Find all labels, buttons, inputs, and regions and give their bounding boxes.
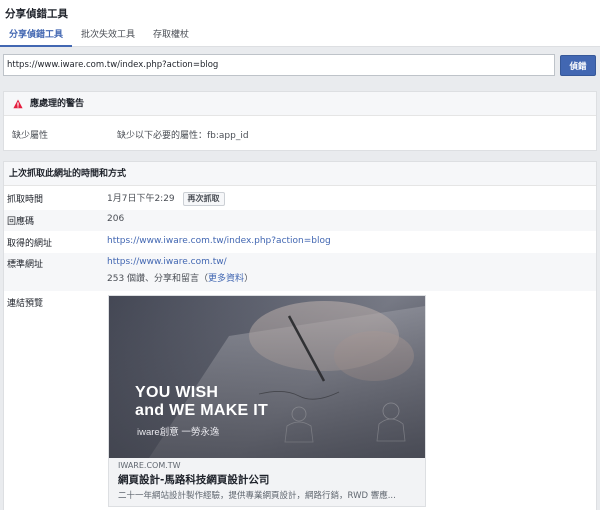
row-canonical-url: 標準網址 https://www.iware.com.tw/ 253 個讚、分享… <box>4 253 596 292</box>
url-input[interactable] <box>3 54 555 76</box>
preview-image-headline-1: YOU WISH <box>135 384 219 401</box>
fetch-time-value: 1月7日下午2:29 <box>107 194 175 204</box>
link-preview-card[interactable]: YOU WISH and WE MAKE IT iware創意 一勞永逸 IWA… <box>108 295 426 507</box>
last-scrape-title: 上次抓取此網址的時間和方式 <box>9 168 127 179</box>
preview-meta: IWARE.COM.TW 網頁設計-馬路科技網頁設計公司 二十一年網站設計製作經… <box>109 458 425 506</box>
app-title: 分享偵錯工具 <box>5 8 68 20</box>
fetched-url-cell: https://www.iware.com.tw/index.php?actio… <box>104 232 596 252</box>
canonical-url-link[interactable]: https://www.iware.com.tw/ <box>107 257 227 267</box>
engagement-close: ） <box>244 274 254 284</box>
preview-title: 網頁設計-馬路科技網頁設計公司 <box>118 474 270 486</box>
canonical-url-cell: https://www.iware.com.tw/ 253 個讚、分享和留言（更… <box>104 253 596 291</box>
preview-description: 二十一年網站設計製作經驗，提供專業網頁設計，網路行銷，RWD 響應... <box>118 491 396 501</box>
row-response-code: 回應碼 206 <box>4 210 596 232</box>
preview-image-slogan: iware創意 一勞永逸 <box>137 427 220 438</box>
response-code-label: 回應碼 <box>7 217 35 227</box>
fetch-time-value-cell: 1月7日下午2:29 再次抓取 <box>104 186 596 209</box>
refetch-button[interactable]: 再次抓取 <box>182 191 225 206</box>
row-fetched-url: 取得的網址 https://www.iware.com.tw/index.php… <box>4 232 596 253</box>
tab-access-token[interactable]: 存取權杖 <box>144 27 198 47</box>
row-fetch-time: 抓取時間 1月7日下午2:29 再次抓取 <box>4 186 596 210</box>
canonical-url-label: 標準網址 <box>7 260 44 270</box>
warnings-title: 應處理的警告 <box>30 98 85 109</box>
warnings-panel: 應處理的警告 缺少屬性 缺少以下必要的屬性：fb:app_id <box>3 91 597 151</box>
preview-image: YOU WISH and WE MAKE IT iware創意 一勞永逸 <box>109 296 425 458</box>
fetch-time-label: 抓取時間 <box>7 195 44 205</box>
last-scrape-header: 上次抓取此網址的時間和方式 <box>4 162 596 186</box>
response-code-value: 206 <box>107 214 125 224</box>
warning-value: 缺少以下必要的屬性：fb:app_id <box>117 130 249 141</box>
debug-button[interactable]: 偵錯 <box>560 55 596 76</box>
url-row: 偵錯 <box>0 54 600 78</box>
warnings-header: 應處理的警告 <box>4 92 596 116</box>
tab-sharing-debugger[interactable]: 分享偵錯工具 <box>0 27 73 47</box>
engagement-stats: 253 個讚、分享和留言（更多資料） <box>107 271 596 284</box>
warning-icon <box>13 99 23 108</box>
warning-label: 缺少屬性 <box>12 130 49 141</box>
last-scrape-panel: 上次抓取此網址的時間和方式 抓取時間 1月7日下午2:29 再次抓取 回應碼 2… <box>3 161 597 510</box>
warning-item: 缺少屬性 缺少以下必要的屬性：fb:app_id <box>4 116 596 152</box>
preview-image-headline-2: and WE MAKE IT <box>135 402 269 419</box>
more-info-link[interactable]: 更多資料 <box>208 274 244 284</box>
tab-bar: 分享偵錯工具 批次失效工具 存取權杖 <box>0 27 198 47</box>
top-bar: 分享偵錯工具 分享偵錯工具 批次失效工具 存取權杖 <box>0 0 600 47</box>
fetched-url-label: 取得的網址 <box>7 239 53 249</box>
preview-domain: IWARE.COM.TW <box>118 461 181 470</box>
tab-batch-invalidator[interactable]: 批次失效工具 <box>72 27 144 47</box>
link-preview-label: 連結預覽 <box>7 299 44 309</box>
fetched-url-link[interactable]: https://www.iware.com.tw/index.php?actio… <box>107 236 331 246</box>
engagement-count: 253 個讚、分享和留言（ <box>107 274 209 284</box>
